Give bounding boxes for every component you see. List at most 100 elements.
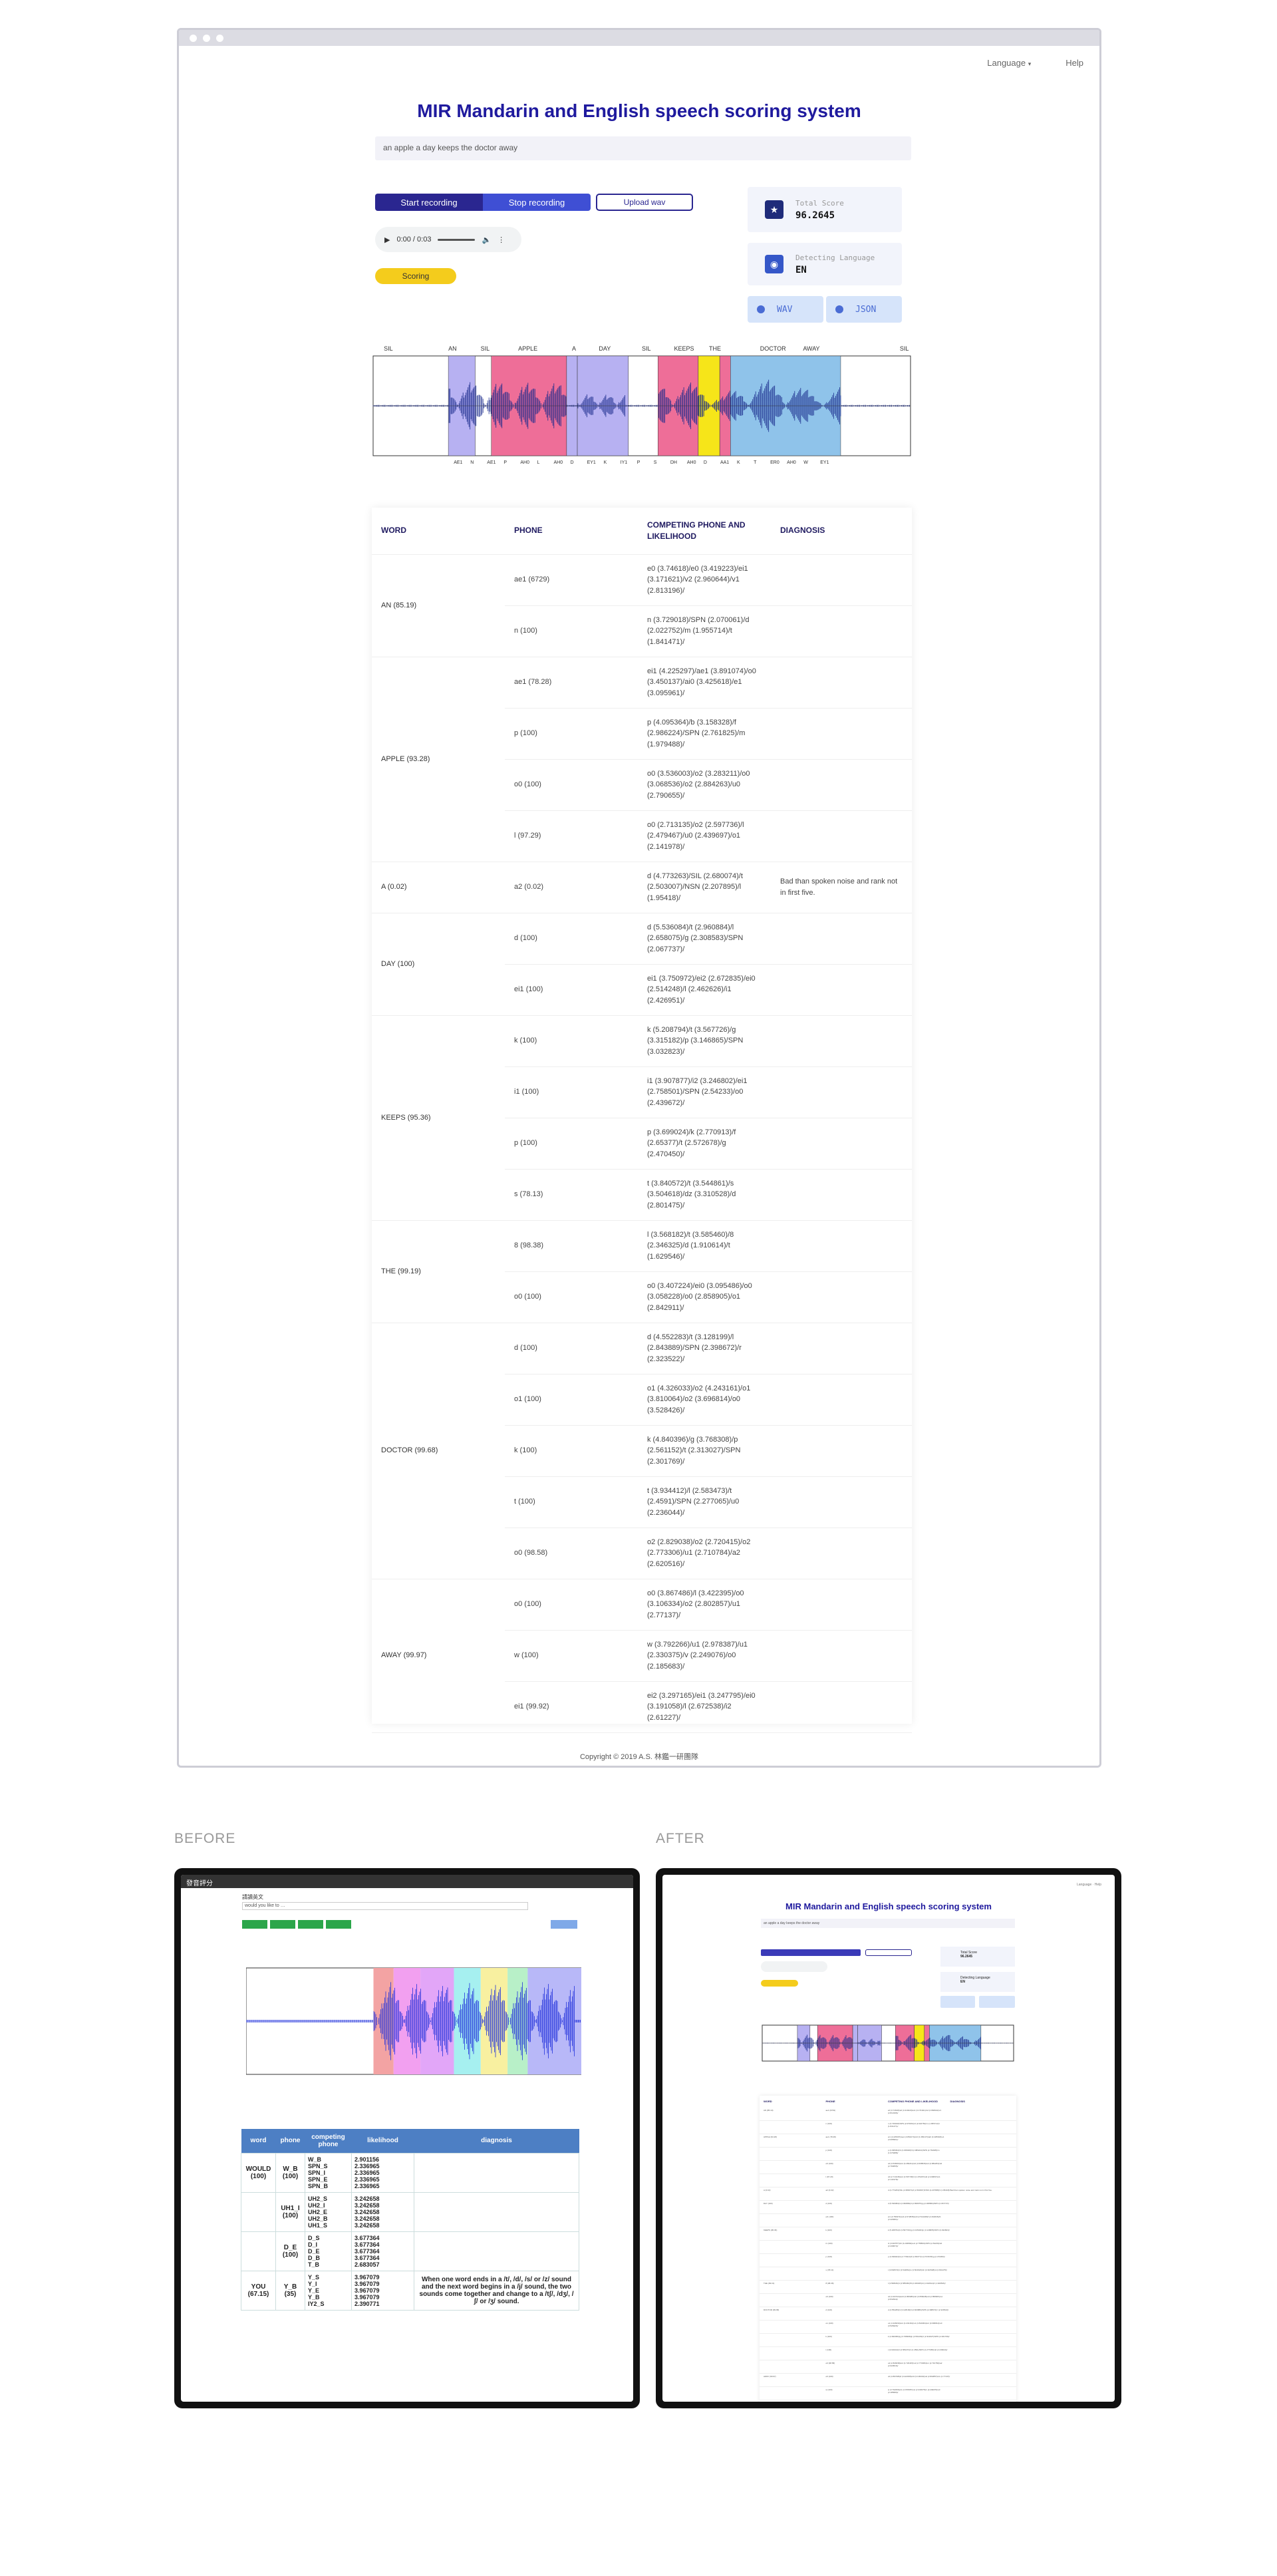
column-header: WORD: [372, 508, 505, 555]
before-button[interactable]: [326, 1920, 351, 1929]
after-help-link[interactable]: Help: [1095, 1883, 1101, 1887]
after-word-cell: [764, 2322, 826, 2332]
after-language-menu[interactable]: Language: [1077, 1883, 1091, 1887]
sentence-display[interactable]: an apple a day keeps the doctor away: [375, 136, 911, 160]
before-likelihood-item: 3.242658: [355, 2215, 380, 2222]
after-phone-cell: d (100): [825, 2309, 833, 2311]
detecting-language-value: EN: [795, 264, 807, 275]
before-button[interactable]: [242, 1920, 267, 1929]
after-phone-cell: o1 (100): [825, 2322, 833, 2325]
after-phone-cell: t (100): [825, 2348, 832, 2351]
competing-cell: ei1 (3.750972)/ei2 (2.672835)/ei0 (2.514…: [638, 964, 771, 1016]
phone-cell: ae1 (6729): [505, 554, 638, 606]
table-row: THE (99.19) 8 (98.38) l (3.568182)/t (3.58…: [372, 1220, 912, 1323]
before-competing-item: D_E: [308, 2247, 320, 2255]
after-scoring-button[interactable]: [761, 1980, 798, 1987]
before-button[interactable]: [270, 1920, 295, 1929]
after-competing-cell: p (3.699024)/k (2.770913)/f (2.65377)/t …: [888, 2255, 945, 2258]
after-phone-cell: p (100): [825, 2149, 833, 2152]
after-competing-cell: i1 (3.907877)/i2 (3.246802)/ei1 (2.75850…: [888, 2242, 942, 2247]
volume-icon[interactable]: 🔈: [482, 236, 491, 244]
phone-cell: o0 (100): [505, 1579, 638, 1631]
upload-wav-button[interactable]: Upload wav: [596, 194, 693, 211]
download-wav-label: WAV: [777, 304, 793, 315]
column-header: phone: [280, 2137, 301, 2145]
download-json-button[interactable]: JSON: [826, 296, 902, 323]
phone-cell: ae1 (78.28): [505, 657, 638, 709]
before-competing-item: D_B: [308, 2254, 321, 2261]
after-audio-player[interactable]: [761, 1961, 827, 1972]
after-upload-button[interactable]: [865, 1949, 912, 1956]
before-likelihood-item: 2.683057: [355, 2261, 380, 2268]
after-table-row: p (100) p (3.699024)/k (2.770913)/f (2.65…: [760, 2254, 1016, 2267]
before-likelihood-item: 3.242658: [355, 2201, 380, 2209]
before-likelihood-cell: 3.677364 3.677364 3.677364 3.677364 2.683057: [351, 2231, 414, 2271]
word-label: AWAY: [803, 345, 819, 352]
waveform-alignment[interactable]: SIL AN SIL APPLE A DAY SIL KEEPS THE DOCTOR AWAY SI…: [372, 343, 912, 469]
after-diagnosis-cell: [950, 2335, 1013, 2345]
detecting-language-label: Detecting Language: [795, 253, 875, 262]
before-diagnosis-cell: When one word ends in a /t/, /d/, /s/ or…: [414, 2270, 579, 2311]
after-table-row: ei1 (100) ei1 (3.750972)/ei2 (2.672835)/e…: [760, 2214, 1016, 2227]
after-competing-cell: n (3.729018)/SPN (2.070061)/d (2.022752)…: [888, 2122, 940, 2128]
more-icon[interactable]: ⋮: [497, 236, 505, 244]
phone-cell: w (100): [505, 1630, 638, 1682]
after-diagnosis-cell: [950, 2388, 1013, 2398]
after-title: MIR Mandarin and English speech scoring …: [785, 1901, 992, 1911]
diagnosis-cell: [771, 1374, 912, 1426]
before-word-cell: [241, 2231, 276, 2271]
competing-cell: i1 (3.907877)/i2 (3.246802)/ei1 (2.75850…: [638, 1066, 771, 1118]
after-lang-card: Detecting Language EN: [940, 1972, 1015, 1992]
after-table-row: o0 (98.58) o2 (2.829038)/o2 (2.720415)/o2…: [760, 2360, 1016, 2374]
phone-cell: s (78.13): [505, 1169, 638, 1221]
play-icon[interactable]: ▶: [384, 236, 390, 244]
after-word-cell: DAY (100): [764, 2202, 773, 2205]
after-table-row: AN (85.19) ae1 (6729) e0 (3.74618)/e0 (3.4…: [760, 2108, 1016, 2121]
scoring-button[interactable]: Scoring: [375, 268, 456, 284]
after-table-row: i1 (100) i1 (3.907877)/i2 (3.246802)/ei1 …: [760, 2241, 1016, 2254]
phone-label: AE1: [487, 460, 496, 465]
after-competing-cell: d (4.552283)/t (3.128199)/l (2.843889)/S…: [888, 2309, 949, 2311]
after-json-button[interactable]: [979, 1996, 1015, 2008]
diagnosis-cell: [771, 1066, 912, 1118]
after-competing-cell: o0 (3.867486)/l (3.422395)/o0 (3.106334)…: [888, 2375, 950, 2378]
help-link[interactable]: Help: [1065, 58, 1083, 68]
start-recording-button[interactable]: Start recording: [375, 194, 483, 211]
phone-label: S: [654, 460, 657, 465]
table-header-row: WORD PHONE COMPETING PHONE AND LIKELIHOO…: [372, 508, 912, 555]
word-cell: AWAY (99.97): [372, 1579, 505, 1733]
competing-cell: k (4.840396)/g (3.768308)/p (2.561152)/t…: [638, 1425, 771, 1477]
after-word-cell: [764, 2122, 826, 2132]
phone-cell: i1 (100): [505, 1066, 638, 1118]
download-json-label: JSON: [855, 304, 877, 315]
diagnosis-cell: [771, 1015, 912, 1067]
after-word-cell: [764, 2362, 826, 2372]
recording-controls: Start recording Stop recording: [375, 194, 591, 211]
after-wav-button[interactable]: [940, 1996, 975, 2008]
after-competing-cell: o0 (3.536003)/o2 (3.283211)/o0 (3.068536…: [888, 2162, 942, 2168]
language-menu[interactable]: Language ▾: [987, 58, 1031, 68]
phone-label: AH0: [553, 460, 563, 465]
audio-player[interactable]: ▶ 0:00 / 0:03 🔈 ⋮: [375, 227, 521, 252]
word-label: SIL: [384, 345, 393, 352]
seek-bar[interactable]: [438, 238, 476, 241]
diagnosis-cell: [771, 708, 912, 760]
window-dot: [203, 34, 210, 42]
window-dot: [216, 34, 223, 42]
after-record-buttons[interactable]: [761, 1949, 861, 1956]
window-dot: [190, 34, 197, 42]
after-table-row: DOCTOR (99.68) d (100) d (4.552283)/t (3.1…: [760, 2307, 1016, 2321]
stop-recording-button[interactable]: Stop recording: [483, 194, 591, 211]
competing-cell: d (4.552283)/t (3.128199)/l (2.843889)/S…: [638, 1323, 771, 1374]
download-wav-button[interactable]: WAV: [748, 296, 823, 323]
after-competing-cell: k (4.840396)/g (3.768308)/p (2.561152)/t…: [888, 2335, 950, 2338]
before-score-button[interactable]: [551, 1920, 577, 1929]
before-button[interactable]: [298, 1920, 323, 1929]
download-icon: [835, 305, 843, 313]
before-table-row: WOULD (100) W_B (100) W_B SPN_S SPN_I SPN_E SP…: [241, 2152, 579, 2193]
before-competing-item: UH2_S: [308, 2195, 328, 2202]
after-word-cell: APPLE (93.28): [764, 2136, 778, 2138]
word-label: KEEPS: [674, 345, 694, 352]
language-icon: ◉: [765, 255, 783, 273]
before-competing-item: UH2_E: [308, 2208, 328, 2215]
